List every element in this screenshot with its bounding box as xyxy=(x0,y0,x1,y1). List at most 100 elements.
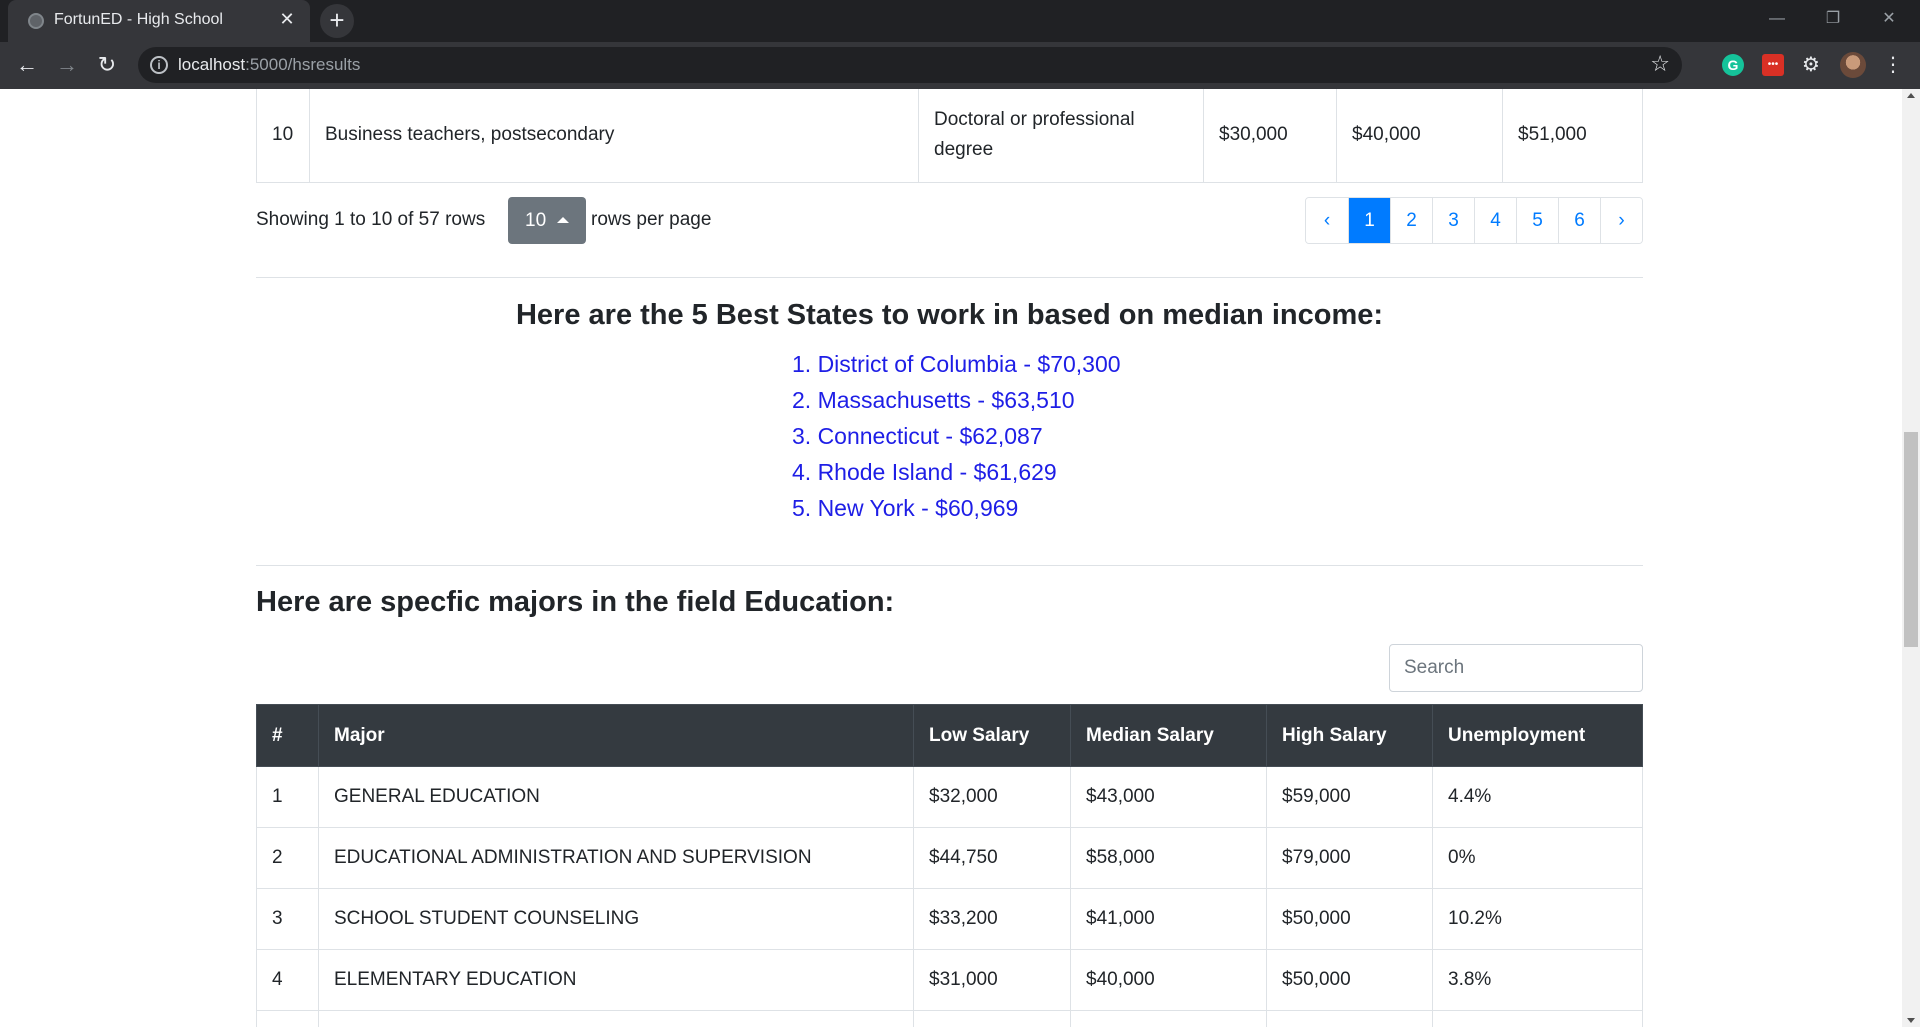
majors-table: # Major Low Salary Median Salary High Sa… xyxy=(256,704,1643,1027)
best-states-heading: Here are the 5 Best States to work in ba… xyxy=(515,299,1384,331)
median-salary-cell: $43,000 xyxy=(1070,766,1267,828)
row-number: 2 xyxy=(256,827,319,889)
profile-avatar[interactable] xyxy=(1840,52,1866,78)
median-salary-cell: $40,000 xyxy=(1336,89,1503,183)
high-salary-cell: $59,000 xyxy=(1266,766,1433,828)
rows-per-page-dropdown[interactable]: 10 xyxy=(508,197,586,244)
table-row: 3 SCHOOL STUDENT COUNSELING $33,200 $41,… xyxy=(256,888,1643,950)
page-prev-button[interactable]: ‹ xyxy=(1306,198,1348,243)
occupations-table: 10 Business teachers, postsecondary Doct… xyxy=(256,89,1643,183)
favicon-icon xyxy=(28,13,44,29)
high-salary-cell: $51,000 xyxy=(1502,89,1643,183)
browser-tab[interactable]: FortunED - High School ✕ xyxy=(8,0,310,42)
vertical-scrollbar[interactable] xyxy=(1902,89,1920,1027)
row-number: 1 xyxy=(256,766,319,828)
page-1-button[interactable]: 1 xyxy=(1348,198,1390,243)
row-number: 10 xyxy=(256,89,310,183)
tab-title: FortunED - High School xyxy=(54,11,223,28)
page-next-button[interactable]: › xyxy=(1600,198,1642,243)
page-2-button[interactable]: 2 xyxy=(1390,198,1432,243)
extensions-puzzle-icon[interactable]: ⚙ xyxy=(1800,54,1822,76)
reload-icon[interactable]: ↻ xyxy=(90,48,124,82)
high-salary-cell: $50,000 xyxy=(1266,888,1433,950)
page-4-button[interactable]: 4 xyxy=(1474,198,1516,243)
address-bar[interactable]: i localhost:5000/hsresults ☆ xyxy=(138,47,1682,83)
minimize-icon[interactable]: — xyxy=(1749,0,1805,40)
unemployment-cell: 3.8% xyxy=(1432,949,1643,1011)
state-item: 2. Massachusetts - $63,510 xyxy=(792,387,1075,413)
scrollbar-thumb[interactable] xyxy=(1904,432,1918,647)
restore-icon[interactable]: ❐ xyxy=(1805,0,1861,40)
table-row: 4 ELEMENTARY EDUCATION $31,000 $40,000 $… xyxy=(256,949,1643,1011)
median-salary-cell: $41,000 xyxy=(1070,888,1267,950)
unemployment-cell: 0% xyxy=(1432,827,1643,889)
browser-toolbar: ← → ↻ i localhost:5000/hsresults ☆ G •••… xyxy=(0,42,1920,89)
low-salary-cell: $30,000 xyxy=(1203,89,1337,183)
median-salary-cell: $58,000 xyxy=(1070,827,1267,889)
high-salary-cell: $79,000 xyxy=(1266,827,1433,889)
rows-per-page-label: rows per page xyxy=(591,209,712,230)
header-median-salary[interactable]: Median Salary xyxy=(1070,704,1267,767)
bookmark-star-icon[interactable]: ☆ xyxy=(1650,51,1670,77)
divider xyxy=(256,277,1643,278)
tab-strip: FortunED - High School ✕ + — ❐ ✕ xyxy=(0,0,1920,42)
table-row: 10 Business teachers, postsecondary Doct… xyxy=(256,89,1643,183)
window-close-icon[interactable]: ✕ xyxy=(1861,0,1917,40)
state-item: 1. District of Columbia - $70,300 xyxy=(792,351,1121,377)
unemployment-cell: 10.2% xyxy=(1432,888,1643,950)
high-salary-cell: $50,000 xyxy=(1266,949,1433,1011)
browser-chrome: FortunED - High School ✕ + — ❐ ✕ ← → ↻ i… xyxy=(0,0,1920,89)
state-item: 5. New York - $60,969 xyxy=(792,495,1019,521)
pagination: ‹ 1 2 3 4 5 6 › xyxy=(1305,197,1643,244)
row-number: 4 xyxy=(256,949,319,1011)
page-6-button[interactable]: 6 xyxy=(1558,198,1600,243)
rows-per-page-value: 10 xyxy=(525,210,547,231)
major-cell: GENERAL EDUCATION xyxy=(318,766,914,828)
major-cell: EDUCATIONAL ADMINISTRATION AND SUPERVISI… xyxy=(318,827,914,889)
occupation-cell: Business teachers, postsecondary xyxy=(309,89,919,183)
url-host: localhost xyxy=(178,55,246,74)
forward-arrow-icon[interactable]: → xyxy=(50,48,84,82)
page-3-button[interactable]: 3 xyxy=(1432,198,1474,243)
major-cell: ELEMENTARY EDUCATION xyxy=(318,949,914,1011)
state-item: 3. Connecticut - $62,087 xyxy=(792,423,1043,449)
header-high-salary[interactable]: High Salary xyxy=(1266,704,1433,767)
grammarly-extension-icon[interactable]: G xyxy=(1722,54,1744,76)
low-salary-cell: $44,750 xyxy=(913,827,1071,889)
scroll-up-icon[interactable] xyxy=(1907,93,1915,98)
page-viewport: 10 Business teachers, postsecondary Doct… xyxy=(0,89,1902,1027)
header-unemployment[interactable]: Unemployment xyxy=(1432,704,1643,767)
low-salary-cell: $32,000 xyxy=(913,766,1071,828)
table-row: 2 EDUCATIONAL ADMINISTRATION AND SUPERVI… xyxy=(256,827,1643,889)
header-low-salary[interactable]: Low Salary xyxy=(913,704,1071,767)
caret-up-icon xyxy=(557,217,569,223)
url-path: :5000/hsresults xyxy=(245,55,361,74)
best-states-list: 1. District of Columbia - $70,300 2. Mas… xyxy=(792,349,1121,529)
education-cell: Doctoral or professional degree xyxy=(918,89,1204,183)
scroll-down-icon[interactable] xyxy=(1907,1018,1915,1023)
major-cell: SCHOOL STUDENT COUNSELING xyxy=(318,888,914,950)
close-tab-icon[interactable]: ✕ xyxy=(276,8,298,30)
table-row xyxy=(256,1010,1643,1027)
table-header-row: # Major Low Salary Median Salary High Sa… xyxy=(256,704,1643,767)
back-arrow-icon[interactable]: ← xyxy=(10,48,44,82)
info-icon[interactable]: i xyxy=(150,56,168,74)
new-tab-button[interactable]: + xyxy=(320,4,354,38)
low-salary-cell: $31,000 xyxy=(913,949,1071,1011)
search-input[interactable] xyxy=(1389,644,1643,692)
low-salary-cell: $33,200 xyxy=(913,888,1071,950)
red-extension-icon[interactable]: ••• xyxy=(1762,54,1784,76)
unemployment-cell: 4.4% xyxy=(1432,766,1643,828)
divider xyxy=(256,565,1643,566)
table-pagination-bar: Showing 1 to 10 of 57 rows 10 rows per p… xyxy=(256,197,1643,247)
page-5-button[interactable]: 5 xyxy=(1516,198,1558,243)
kebab-menu-icon[interactable]: ⋮ xyxy=(1882,54,1904,76)
state-item: 4. Rhode Island - $61,629 xyxy=(792,459,1057,485)
header-major[interactable]: Major xyxy=(318,704,914,767)
header-number[interactable]: # xyxy=(256,704,319,767)
majors-heading: Here are specfic majors in the field Edu… xyxy=(256,586,895,618)
url-text: localhost:5000/hsresults xyxy=(178,55,360,75)
rows-showing-text: Showing 1 to 10 of 57 rows xyxy=(256,209,486,230)
table-row: 1 GENERAL EDUCATION $32,000 $43,000 $59,… xyxy=(256,766,1643,828)
row-number: 3 xyxy=(256,888,319,950)
